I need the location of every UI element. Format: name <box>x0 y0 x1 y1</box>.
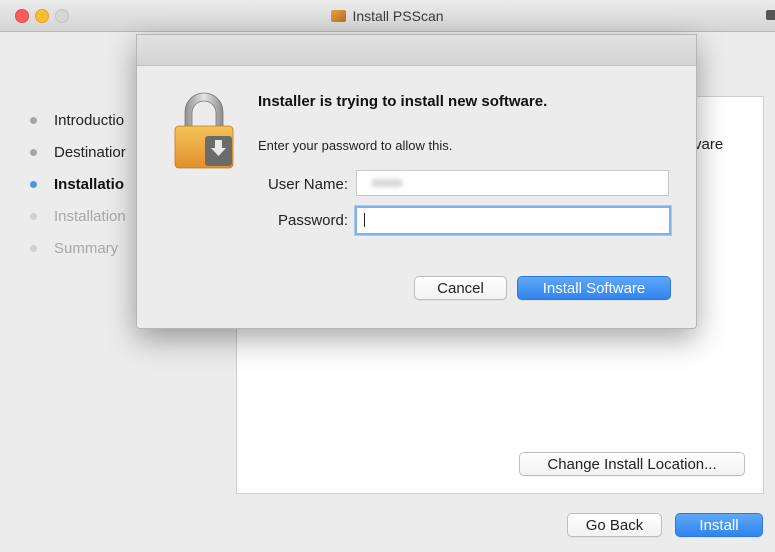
dialog-header <box>137 35 696 66</box>
dialog-message: Enter your password to allow this. <box>258 138 453 153</box>
step-installation: Installation <box>30 200 126 232</box>
install-button[interactable]: Install <box>675 513 763 537</box>
change-install-location-button[interactable]: Change Install Location... <box>519 452 745 476</box>
step-bullet <box>30 212 37 220</box>
password-label: Password: <box>277 212 348 229</box>
text-caret <box>364 213 365 227</box>
step-list: Introductio Destinatior Installatio Inst… <box>30 104 126 264</box>
password-field[interactable] <box>355 206 671 235</box>
username-field[interactable] <box>356 170 669 196</box>
install-software-button[interactable]: Install Software <box>517 276 671 300</box>
username-label: User Name: <box>267 176 348 193</box>
dialog-title: Installer is trying to install new softw… <box>258 93 548 110</box>
step-bullet <box>30 148 37 156</box>
step-introduction: Introductio <box>30 104 126 136</box>
lock-icon <box>766 10 775 20</box>
step-bullet <box>30 180 37 188</box>
window-title: Install PSScan <box>0 8 775 24</box>
go-back-button[interactable]: Go Back <box>567 513 662 537</box>
step-bullet <box>30 116 37 124</box>
package-icon <box>331 10 347 22</box>
redacted-username <box>371 179 403 187</box>
step-installation-type: Installatio <box>30 168 126 200</box>
step-destination: Destinatior <box>30 136 126 168</box>
pane-text-fragment: vare <box>694 136 724 153</box>
step-summary: Summary <box>30 232 126 264</box>
step-bullet <box>30 244 37 252</box>
cancel-button[interactable]: Cancel <box>414 276 507 300</box>
title-bar: Install PSScan <box>0 0 775 32</box>
authentication-dialog: Installer is trying to install new softw… <box>136 34 697 329</box>
lock-installer-icon <box>174 92 234 169</box>
